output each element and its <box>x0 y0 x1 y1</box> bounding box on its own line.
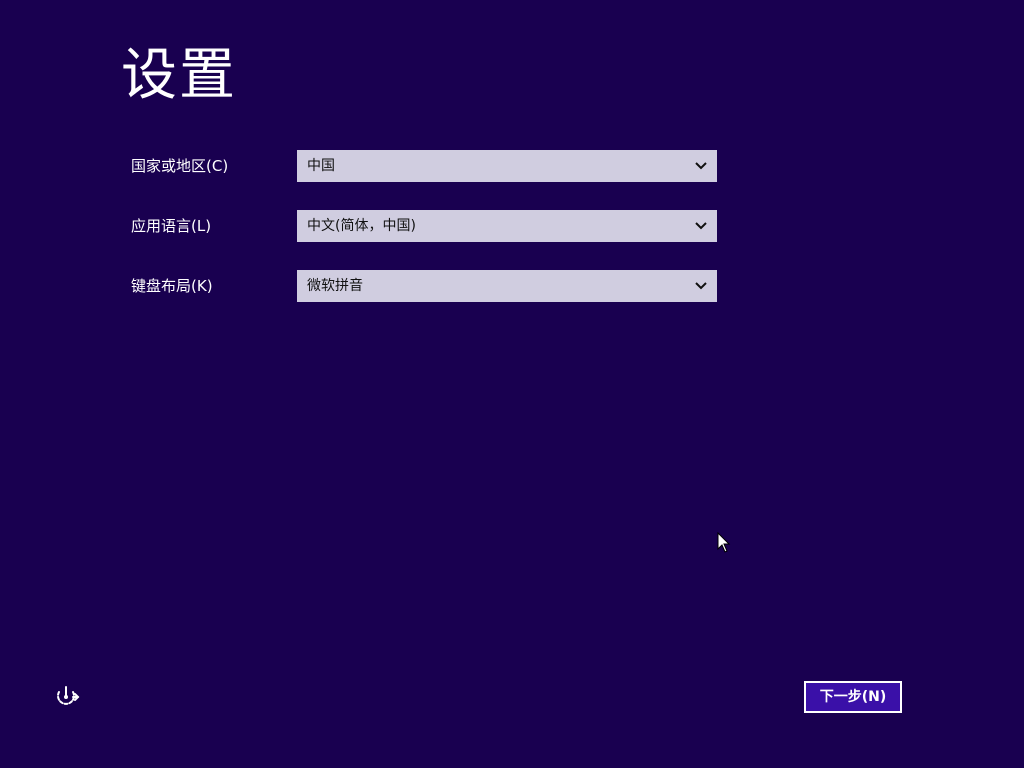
chevron-down-icon <box>695 162 707 170</box>
accessibility-icon[interactable] <box>52 684 80 712</box>
app-language-label: 应用语言(L) <box>131 217 212 235</box>
keyboard-layout-row: 键盘布局(K) 微软拼音 <box>131 270 731 302</box>
keyboard-layout-select[interactable]: 微软拼音 <box>297 270 717 302</box>
mouse-cursor-icon <box>717 532 731 553</box>
keyboard-layout-value: 微软拼音 <box>307 278 363 294</box>
next-button[interactable]: 下一步(N) <box>804 681 902 713</box>
setup-screen: 设置 国家或地区(C) 中国 应用语言(L) 中文(简体，中国) 键盘布局(K)… <box>0 0 1024 768</box>
page-title: 设置 <box>121 43 237 108</box>
chevron-down-icon <box>695 282 707 290</box>
country-region-row: 国家或地区(C) 中国 <box>131 150 731 182</box>
app-language-select[interactable]: 中文(简体，中国) <box>297 210 717 242</box>
app-language-row: 应用语言(L) 中文(简体，中国) <box>131 210 731 242</box>
country-region-select[interactable]: 中国 <box>297 150 717 182</box>
country-region-label: 国家或地区(C) <box>131 157 229 175</box>
keyboard-layout-label: 键盘布局(K) <box>131 277 213 295</box>
app-language-value: 中文(简体，中国) <box>307 218 416 234</box>
chevron-down-icon <box>695 222 707 230</box>
country-region-value: 中国 <box>307 158 335 174</box>
